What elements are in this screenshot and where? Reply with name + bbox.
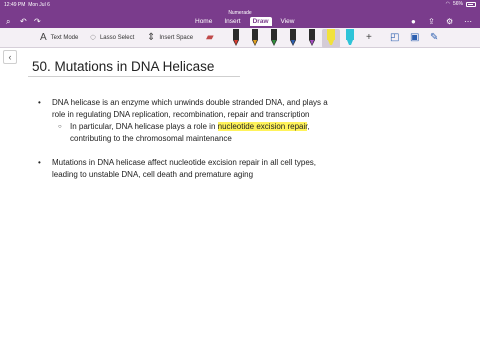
pen-tool-1[interactable] xyxy=(230,29,242,47)
bullet-item: • Mutations in DNA helicase affect nucle… xyxy=(38,157,458,181)
text-mode-icon: A xyxy=(40,32,47,43)
lasso-label: Lasso Select xyxy=(99,34,135,41)
app-name: Numerade xyxy=(228,10,252,16)
page-title[interactable]: 50. Mutations in DNA Helicase xyxy=(32,59,214,74)
pen-tool-5[interactable] xyxy=(306,29,318,47)
draw-toolbar: A Text Mode ◌ Lasso Select ⇕ Insert Spac… xyxy=(0,28,480,48)
title-divider xyxy=(28,76,240,77)
bullet-text: DNA helicase is an enzyme which unwinds … xyxy=(52,97,328,121)
search-icon[interactable]: ⌕ xyxy=(6,17,10,27)
sub1-suffix: , xyxy=(307,122,310,131)
undo-icon[interactable]: ↶ xyxy=(20,17,27,26)
ribbon-tabs: Home Insert Draw View xyxy=(192,17,298,26)
battery-icon xyxy=(466,1,476,7)
sidebar-toggle-button[interactable]: ‹ xyxy=(3,50,17,64)
ribbon: Numerade ⌕ ↶ ↷ Home Insert Draw View ● ⇪… xyxy=(0,10,480,28)
tab-view[interactable]: View xyxy=(278,17,298,26)
insert-space-button[interactable]: ⇕ Insert Space xyxy=(147,32,193,43)
chevron-left-icon: ‹ xyxy=(8,52,12,62)
highlighted-term: nucleotide excision repair xyxy=(217,122,308,131)
sub1-line1: In particular, DNA helicase plays a role… xyxy=(70,121,310,133)
settings-icon[interactable]: ⚙ xyxy=(446,17,453,26)
text-mode-label: Text Mode xyxy=(50,34,79,41)
ink-to-text-icon: ✎ xyxy=(430,32,439,43)
ink-to-shape-button[interactable]: ▣ xyxy=(410,32,419,43)
pen-tool-2[interactable] xyxy=(249,29,261,47)
highlighter-tool-2[interactable] xyxy=(344,29,356,47)
bullet2-line2: leading to unstable DNA, cell death and … xyxy=(52,170,254,179)
more-icon[interactable]: ⋯ xyxy=(464,17,472,26)
sub-bullet-item: ○ In particular, DNA helicase plays a ro… xyxy=(58,121,458,145)
eraser-button[interactable]: ▰ xyxy=(206,32,214,43)
eraser-icon: ▰ xyxy=(206,32,214,43)
lasso-icon: ◌ xyxy=(90,32,96,43)
ink-to-shape-icon: ▣ xyxy=(410,32,420,43)
bullet-text: Mutations in DNA helicase affect nucleot… xyxy=(52,157,316,181)
add-pen-button[interactable]: + xyxy=(366,32,372,43)
pen-tool-3[interactable] xyxy=(268,29,280,47)
tab-insert[interactable]: Insert xyxy=(221,17,243,26)
highlighter-tool-1[interactable] xyxy=(325,29,337,47)
sub-bullet-text: In particular, DNA helicase plays a role… xyxy=(70,121,310,145)
status-time: 12:49 PM Mon Jul 6 xyxy=(4,2,50,8)
shapes-button[interactable]: ◰ xyxy=(390,32,399,43)
status-right: ◠ 56% xyxy=(446,1,476,7)
wifi-icon: ◠ xyxy=(445,1,450,7)
bullet-dot: • xyxy=(38,98,41,107)
ink-to-text-button[interactable]: ✎ xyxy=(430,32,438,43)
bullet1-line1: DNA helicase is an enzyme which unwinds … xyxy=(52,98,328,107)
sub1-line2: contributing to the chromosomal maintena… xyxy=(70,134,232,143)
insert-space-icon: ⇕ xyxy=(147,32,156,43)
battery-label: 56% xyxy=(452,1,463,7)
tab-draw[interactable]: Draw xyxy=(249,17,272,26)
sub1-prefix: In particular, DNA helicase plays a role… xyxy=(70,122,218,131)
tab-home[interactable]: Home xyxy=(192,17,215,26)
plus-icon: + xyxy=(366,32,372,43)
notification-icon[interactable]: ● xyxy=(411,17,416,26)
bullet-dot: • xyxy=(38,158,41,167)
sub-bullet-circle: ○ xyxy=(58,124,62,130)
share-icon[interactable]: ⇪ xyxy=(428,17,435,26)
text-mode-button[interactable]: A Text Mode xyxy=(40,32,78,43)
shapes-icon: ◰ xyxy=(390,32,400,43)
insert-space-label: Insert Space xyxy=(159,34,194,41)
bullet2-line1: Mutations in DNA helicase affect nucleot… xyxy=(52,158,316,167)
note-body[interactable]: • DNA helicase is an enzyme which unwind… xyxy=(38,97,458,181)
bullet1-line2: role in regulating DNA replication, reco… xyxy=(52,110,310,119)
lasso-select-button[interactable]: ◌ Lasso Select xyxy=(90,32,134,43)
pen-tool-4[interactable] xyxy=(287,29,299,47)
bullet-item: • DNA helicase is an enzyme which unwind… xyxy=(38,97,458,121)
redo-icon[interactable]: ↷ xyxy=(34,17,41,26)
status-bar: 12:49 PM Mon Jul 6 ◠ 56% xyxy=(0,0,480,10)
